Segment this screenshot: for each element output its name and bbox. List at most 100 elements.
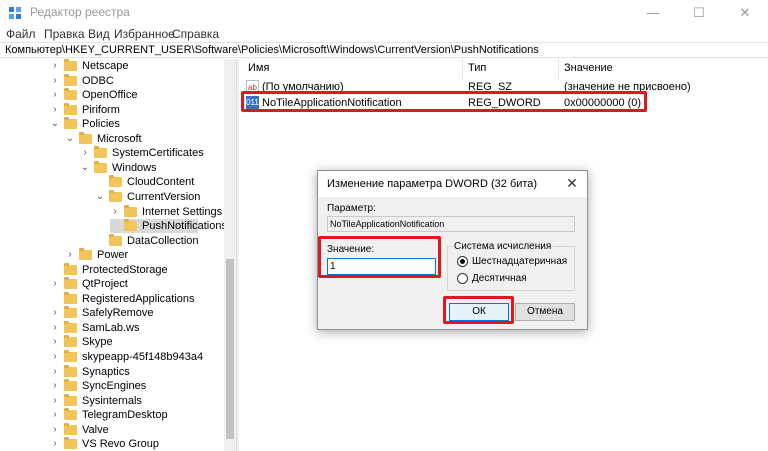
tree-node[interactable]: › Netscape xyxy=(50,59,236,73)
hex-radio[interactable] xyxy=(457,256,468,267)
chevron-right-icon[interactable]: › xyxy=(110,205,120,219)
address-path: Компьютер\HKEY_CURRENT_USER\Software\Pol… xyxy=(5,44,539,56)
folder-icon xyxy=(64,88,77,100)
folder-icon xyxy=(64,117,77,129)
chevron-right-icon[interactable]: › xyxy=(50,59,60,73)
menu-view[interactable]: Вид xyxy=(88,27,110,41)
chevron-right-icon[interactable]: › xyxy=(50,437,60,451)
column-name[interactable]: Имя xyxy=(248,62,269,74)
folder-icon xyxy=(64,365,77,377)
dialog-title: Изменение параметра DWORD (32 бита) xyxy=(327,178,538,190)
folder-icon xyxy=(64,103,77,115)
chevron-down-icon[interactable]: ⌄ xyxy=(95,190,105,204)
chevron-right-icon[interactable]: › xyxy=(50,321,60,335)
chevron-right-icon[interactable]: › xyxy=(50,306,60,320)
highlight-frame xyxy=(241,91,647,112)
tree-node[interactable]: PushNotifications xyxy=(110,219,227,233)
tree-node-label: PushNotifications xyxy=(142,220,227,232)
menu-favorites[interactable]: Избранное xyxy=(114,27,175,41)
chevron-right-icon[interactable]: › xyxy=(50,88,60,102)
tree-node[interactable]: ⌄ Windows xyxy=(80,161,236,175)
menu-file[interactable]: Файл xyxy=(6,27,36,41)
tree-node[interactable]: › Sysinternals xyxy=(50,394,236,408)
tree-node[interactable]: › Piriform xyxy=(50,103,236,117)
chevron-right-icon[interactable]: › xyxy=(50,423,60,437)
chevron-down-icon[interactable]: ⌄ xyxy=(80,161,90,175)
tree-node[interactable]: › Internet Settings xyxy=(110,205,236,219)
chevron-right-icon[interactable]: › xyxy=(50,408,60,422)
tree-scrollbar[interactable] xyxy=(224,59,236,451)
folder-icon xyxy=(64,423,77,435)
menu-edit[interactable]: Правка xyxy=(44,27,85,41)
pane-splitter[interactable] xyxy=(236,59,239,451)
chevron-down-icon[interactable]: ⌄ xyxy=(65,132,75,146)
tree-node[interactable]: › QtProject xyxy=(50,277,236,291)
chevron-right-icon[interactable]: › xyxy=(50,335,60,349)
folder-icon xyxy=(124,205,137,217)
tree-node[interactable]: › Skype xyxy=(50,335,236,349)
decimal-radio-label[interactable]: Десятичная xyxy=(472,273,527,284)
decimal-radio[interactable] xyxy=(457,273,468,284)
tree-node[interactable]: › ODBC xyxy=(50,74,236,88)
tree-node-label: Power xyxy=(97,249,129,261)
folder-icon xyxy=(64,408,77,420)
tree-node-label: Synaptics xyxy=(82,366,130,378)
tree-node[interactable]: › OpenOffice xyxy=(50,88,236,102)
tree-node[interactable]: › Valve xyxy=(50,423,236,437)
column-separator[interactable] xyxy=(462,59,463,79)
tree-node[interactable]: › Synaptics xyxy=(50,365,236,379)
tree-node[interactable]: CloudContent xyxy=(95,175,236,189)
tree-node[interactable]: › VS Revo Group xyxy=(50,437,236,451)
tree-node[interactable]: › SafelyRemove xyxy=(50,306,236,320)
tree-node-label: Skype xyxy=(82,336,113,348)
tree-node[interactable]: ⌄ CurrentVersion xyxy=(95,190,236,204)
chevron-right-icon[interactable]: › xyxy=(80,146,90,160)
tree-node[interactable]: ⌄ Microsoft xyxy=(65,132,236,146)
folder-icon xyxy=(64,394,77,406)
tree-node-label: Valve xyxy=(82,424,109,436)
tree-node-label: Microsoft xyxy=(97,133,142,145)
chevron-right-icon[interactable]: › xyxy=(50,365,60,379)
folder-icon xyxy=(79,248,92,260)
tree-node[interactable]: › skypeapp-45f148b943a4 xyxy=(50,350,236,364)
tree-node-label: Policies xyxy=(82,118,120,130)
folder-icon xyxy=(109,175,122,187)
menu-help[interactable]: Справка xyxy=(172,27,219,41)
registry-editor-icon xyxy=(9,7,21,19)
tree-node-label: TelegramDesktop xyxy=(82,409,168,421)
tree-scrollbar-thumb[interactable] xyxy=(226,259,234,439)
minimize-button[interactable]: — xyxy=(630,0,676,26)
chevron-right-icon[interactable]: › xyxy=(50,74,60,88)
tree-node[interactable]: DataCollection xyxy=(95,234,236,248)
tree-node[interactable]: RegisteredApplications xyxy=(50,292,236,306)
tree-node[interactable]: › SamLab.ws xyxy=(50,321,236,335)
window-title: Редактор реестра xyxy=(30,5,130,19)
tree-node[interactable]: ⌄ Policies xyxy=(50,117,236,131)
maximize-button[interactable]: ☐ xyxy=(676,0,722,26)
tree-node[interactable]: › TelegramDesktop xyxy=(50,408,236,422)
chevron-right-icon[interactable]: › xyxy=(50,394,60,408)
address-bar[interactable]: Компьютер\HKEY_CURRENT_USER\Software\Pol… xyxy=(0,42,768,58)
column-separator[interactable] xyxy=(558,59,559,79)
base-groupbox xyxy=(447,246,575,291)
column-type[interactable]: Тип xyxy=(468,62,486,74)
param-label: Параметр: xyxy=(327,203,376,214)
tree-node[interactable]: › SystemCertificates xyxy=(80,146,236,160)
column-value[interactable]: Значение xyxy=(564,62,613,74)
chevron-right-icon[interactable]: › xyxy=(50,350,60,364)
chevron-down-icon[interactable]: ⌄ xyxy=(50,117,60,131)
chevron-right-icon[interactable]: › xyxy=(50,103,60,117)
tree-node[interactable]: ProtectedStorage xyxy=(50,263,236,277)
chevron-right-icon[interactable]: › xyxy=(50,277,60,291)
dialog-close-icon[interactable]: ✕ xyxy=(563,174,581,192)
tree-node[interactable]: › Power xyxy=(65,248,236,262)
cancel-button[interactable]: Отмена xyxy=(515,303,575,321)
chevron-right-icon[interactable]: › xyxy=(50,379,60,393)
chevron-right-icon[interactable]: › xyxy=(65,248,75,262)
hex-radio-label[interactable]: Шестнадцатеричная xyxy=(472,256,567,267)
tree-node-label: Sysinternals xyxy=(82,395,142,407)
tree-node[interactable]: › SyncEngines xyxy=(50,379,236,393)
close-window-button[interactable]: ✕ xyxy=(722,0,768,26)
